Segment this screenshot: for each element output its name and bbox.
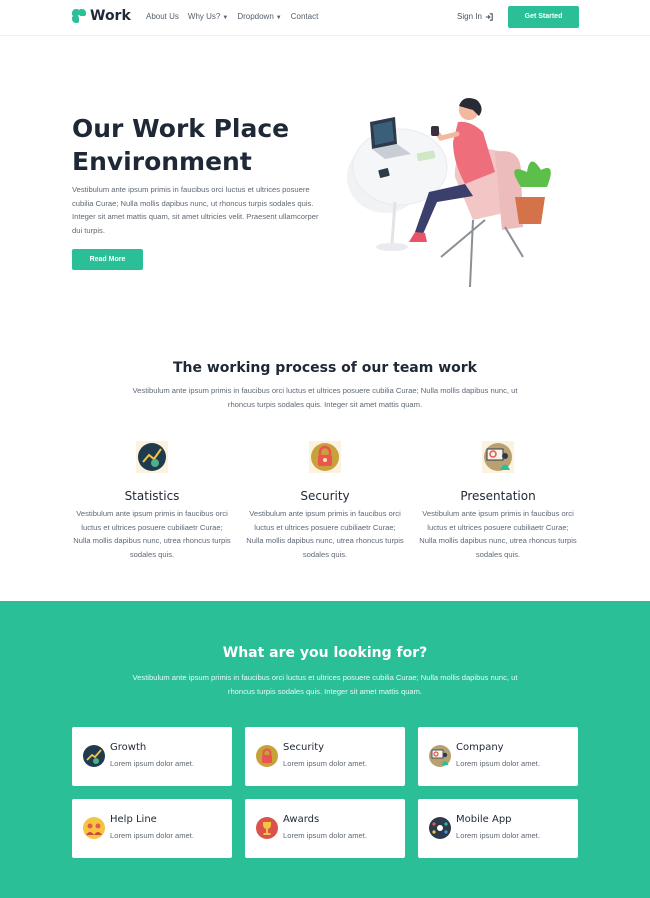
presentation-icon [482,441,514,473]
feature-title: Presentation [460,489,536,503]
hero-illustration [347,98,551,288]
service-card-title: Company [456,742,504,753]
caret-down-icon: ▼ [222,15,229,21]
menu-item-contact[interactable]: Contact [291,12,319,21]
awards-icon [256,817,278,839]
sign-in-icon [485,12,493,21]
service-card-text: Lorem ipsum dolor amet. [456,831,540,840]
menu-item-label: Dropdown [237,12,274,21]
service-card-awards[interactable]: Awards Lorem ipsum dolor amet. [245,799,405,858]
feature-security: Security Vestibulum ante ipsum primis in… [245,440,405,561]
company-icon [429,745,451,767]
logo-text: Work [90,8,131,24]
security-icon [309,441,341,473]
top-navbar: Work About Us Why Us? ▼ Dropdown ▼ Contact… [0,0,650,36]
mobile-app-icon [429,817,451,839]
menu-item-label: About Us [146,12,179,21]
services-section: What are you looking for? Vestibulum ant… [0,601,650,898]
service-card-growth[interactable]: Growth Lorem ipsum dolor amet. [72,727,232,786]
sign-in-label: Sign In [457,12,482,21]
services-title: What are you looking for? [222,645,428,661]
menu-item-why-us[interactable]: Why Us? ▼ [188,12,228,21]
hero-description: Vestibulum ante ipsum primis in faucibus… [72,185,319,235]
service-card-text: Lorem ipsum dolor amet. [456,759,540,768]
feature-statistics: Statistics Vestibulum ante ipsum primis … [72,440,232,561]
logo-icon [72,9,86,23]
service-card-security[interactable]: Security Lorem ipsum dolor amet. [245,727,405,786]
help-line-icon [83,817,105,839]
service-card-text: Lorem ipsum dolor amet. [283,831,367,840]
sign-in-link[interactable]: Sign In [457,12,493,21]
get-started-button[interactable]: Get Started [508,6,579,28]
service-card-text: Lorem ipsum dolor amet. [110,759,194,768]
feature-presentation: Presentation Vestibulum ante ipsum primi… [418,440,578,561]
menu-item-label: Contact [290,12,319,21]
service-card-title: Mobile App [456,814,512,825]
services-description: Vestibulum ante ipsum primis in faucibus… [132,673,518,696]
brand-logo[interactable]: Work [72,8,131,24]
process-description: Vestibulum ante ipsum primis in faucibus… [132,386,518,409]
service-card-title: Growth [110,742,147,753]
feature-text: Vestibulum ante ipsum primis in faucibus… [419,509,577,559]
service-card-text: Lorem ipsum dolor amet. [110,831,194,840]
service-card-title: Security [283,742,325,753]
service-card-mobile-app[interactable]: Mobile App Lorem ipsum dolor amet. [418,799,578,858]
service-card-help-line[interactable]: Help Line Lorem ipsum dolor amet. [72,799,232,858]
feature-text: Vestibulum ante ipsum primis in faucibus… [73,509,231,559]
process-title: The working process of our team work [172,360,477,376]
service-card-title: Help Line [110,814,157,825]
security-icon [256,745,278,767]
caret-down-icon: ▼ [275,15,282,21]
menu-item-about-us[interactable]: About Us [146,12,179,21]
service-card-text: Lorem ipsum dolor amet. [283,759,367,768]
feature-text: Vestibulum ante ipsum primis in faucibus… [246,509,404,559]
service-card-title: Awards [283,814,320,825]
growth-icon [83,745,105,767]
menu-item-label: Why Us? [187,12,221,21]
feature-title: Statistics [124,489,180,503]
hero-title: Our Work Place Environment [72,114,290,176]
service-card-company[interactable]: Company Lorem ipsum dolor amet. [418,727,578,786]
statistics-icon [136,441,168,473]
main-menu: About Us Why Us? ▼ Dropdown ▼ Contact [146,12,318,21]
menu-item-dropdown[interactable]: Dropdown ▼ [237,12,281,21]
feature-title: Security [300,489,350,503]
read-more-button[interactable]: Read More [72,249,143,270]
